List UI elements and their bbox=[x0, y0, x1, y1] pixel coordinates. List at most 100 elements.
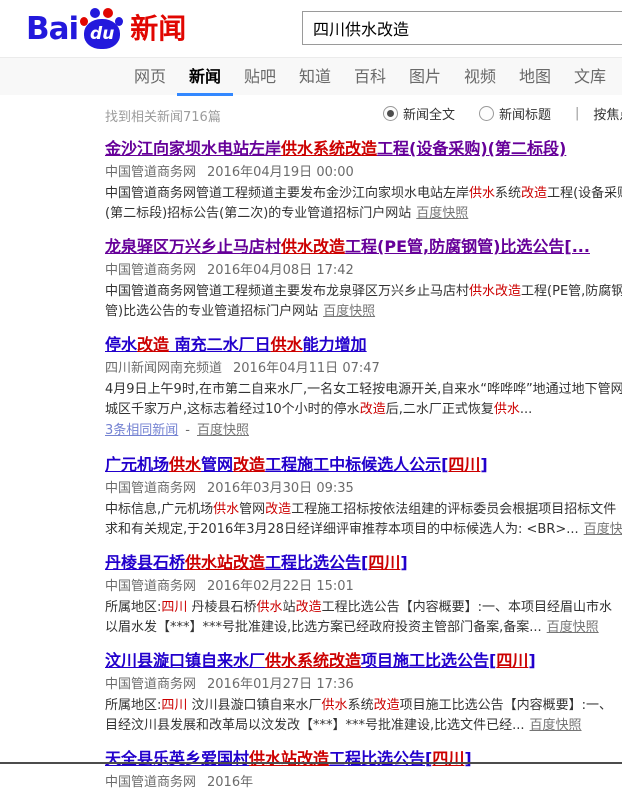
result-date: 2016年04月08日 17:42 bbox=[207, 263, 354, 278]
highlighted-keyword: 四川 bbox=[161, 698, 187, 713]
text-segment: 管)比选公告的专业管道招标门户网站 bbox=[105, 304, 318, 319]
result-date: 2016年03月30日 09:35 bbox=[207, 481, 354, 496]
text-segment: ] bbox=[400, 553, 407, 572]
text-segment: 金沙江向家坝水电站左岸 bbox=[105, 139, 281, 158]
baidu-snapshot-link[interactable]: 百度快照 bbox=[547, 620, 599, 635]
result-source: 中国管道商务网 bbox=[105, 579, 196, 594]
tab-8[interactable]: 文库 bbox=[573, 58, 607, 96]
result-links-row: 3条相同新闻-百度快照 bbox=[105, 420, 622, 442]
result-title-link[interactable]: 金沙江向家坝水电站左岸供水系统改造工程(设备采购)(第二标段) bbox=[105, 136, 622, 162]
text-segment: 管网 bbox=[239, 502, 265, 517]
text-segment: 丹棱县石桥 bbox=[105, 553, 185, 572]
text-segment: ] bbox=[480, 455, 487, 474]
text-segment: 工程比选公告【内容概要】:一、本项目经眉山市水 bbox=[322, 600, 612, 615]
separator: | bbox=[575, 106, 579, 121]
highlighted-keyword: 供水系统改造 bbox=[265, 651, 361, 670]
tab-4[interactable]: 百科 bbox=[353, 58, 387, 96]
search-result-6: 汶川县漩口镇自来水厂供水系统改造项目施工比选公告[四川]中国管道商务网2016年… bbox=[105, 648, 622, 736]
highlighted-keyword: 供水 bbox=[213, 502, 239, 517]
text-segment: 广元机场 bbox=[105, 455, 169, 474]
highlighted-keyword: 供水 bbox=[322, 698, 348, 713]
highlighted-keyword: 供水改造 bbox=[281, 237, 345, 256]
text-segment: 所属地区: bbox=[105, 698, 161, 713]
text-segment: 工程比选公告[ bbox=[265, 553, 368, 572]
tab-2[interactable]: 贴吧 bbox=[243, 58, 277, 96]
result-date: 2016年 bbox=[207, 775, 253, 790]
highlighted-keyword: 供水站改造 bbox=[249, 749, 329, 768]
text-segment: 城区千家万户,这标志着经过10个小时的停水 bbox=[105, 402, 360, 417]
text-segment: 南充二水厂日 bbox=[169, 335, 271, 354]
result-snippet-line: 中国管道商务网管道工程频道主要发布龙泉驿区万兴乡止马店村供水改造工程(PE管,防… bbox=[105, 282, 622, 302]
result-snippet-line: 城区千家万户,这标志着经过10个小时的停水改造后,二水厂正式恢复供水... bbox=[105, 400, 622, 420]
text-segment: 管网 bbox=[201, 455, 233, 474]
tab-0[interactable]: 网页 bbox=[133, 58, 167, 96]
highlighted-keyword: 改造 bbox=[521, 186, 547, 201]
search-result-3: 停水改造 南充二水厂日供水能力增加四川新闻网南充频道2016年04月11日 07… bbox=[105, 332, 622, 442]
baidu-snapshot-link[interactable]: 百度快照 bbox=[416, 206, 468, 221]
radio-news-fulltext-label[interactable]: 新闻全文 bbox=[403, 104, 455, 123]
highlighted-keyword: 供水 bbox=[169, 455, 201, 474]
highlighted-keyword: 四川 bbox=[432, 749, 464, 768]
vertical-nav-bar: 网页新闻贴吧知道百科图片视频地图文库更多 bbox=[0, 57, 622, 95]
tab-3[interactable]: 知道 bbox=[298, 58, 332, 96]
highlighted-keyword: 改造 bbox=[360, 402, 386, 417]
highlighted-keyword: 供水 bbox=[271, 335, 303, 354]
highlighted-keyword: 四川 bbox=[161, 600, 187, 615]
result-source: 中国管道商务网 bbox=[105, 263, 196, 278]
result-snippet-line: (第二标段)招标公告(第二次)的专业管道招标门户网站百度快照 bbox=[105, 204, 622, 224]
highlighted-keyword: 供水 bbox=[469, 186, 495, 201]
baidu-snapshot-link[interactable]: 百度快照 bbox=[584, 522, 622, 537]
highlighted-keyword: 改造 bbox=[233, 455, 265, 474]
tab-6[interactable]: 视频 bbox=[463, 58, 497, 96]
result-title-link[interactable]: 汶川县漩口镇自来水厂供水系统改造项目施工比选公告[四川] bbox=[105, 648, 622, 674]
baidu-news-logo[interactable]: Bai du 新闻 bbox=[26, 7, 186, 51]
text-segment: 停水 bbox=[105, 335, 137, 354]
search-result-1: 金沙江向家坝水电站左岸供水系统改造工程(设备采购)(第二标段)中国管道商务网20… bbox=[105, 136, 622, 224]
result-snippet-line: 求和有关规定,于2016年3月28日经详细评审推荐本项目的中标候选人为: <BR… bbox=[105, 520, 622, 540]
radio-news-title[interactable] bbox=[479, 106, 494, 121]
result-title-link[interactable]: 龙泉驿区万兴乡止马店村供水改造工程(PE管,防腐钢管)比选公告[... bbox=[105, 234, 622, 260]
dash-separator: - bbox=[185, 423, 190, 438]
text-segment: 中标信息,广元机场 bbox=[105, 502, 213, 517]
result-date: 2016年02月22日 15:01 bbox=[207, 579, 354, 594]
result-title-link[interactable]: 丹棱县石桥供水站改造工程比选公告[四川] bbox=[105, 550, 622, 576]
same-news-link[interactable]: 3条相同新闻 bbox=[105, 423, 178, 438]
text-segment: 龙泉驿区万兴乡止马店村 bbox=[105, 237, 281, 256]
text-segment: ] bbox=[464, 749, 471, 768]
result-source-line: 中国管道商务网2016年03月30日 09:35 bbox=[105, 478, 622, 500]
text-segment: 工程施工招标按依法组建的评标委员会根据项目招标文件 bbox=[291, 502, 616, 517]
search-result-7: 天全县乐英乡爱国村供水站改造工程比选公告[四川]中国管道商务网2016年 bbox=[105, 746, 622, 794]
text-segment: 以眉水发【***】***号批准建设,比选方案已经政府投资主管部门备案,备案... bbox=[105, 620, 542, 635]
text-segment: 目经汶川县发展和改革局以汶发改【***】***号批准建设,比选文件已经... bbox=[105, 718, 525, 733]
radio-news-title-label[interactable]: 新闻标题 bbox=[499, 104, 551, 123]
text-segment: 工程比选公告[ bbox=[329, 749, 432, 768]
result-source-line: 四川新闻网南充频道2016年04月11日 07:47 bbox=[105, 358, 622, 380]
tab-active-1[interactable]: 新闻 bbox=[188, 58, 222, 96]
result-snippet-line: 中标信息,广元机场供水管网改造工程施工招标按依法组建的评标委员会根据项目招标文件 bbox=[105, 500, 622, 520]
search-input[interactable] bbox=[302, 11, 622, 45]
result-title-link[interactable]: 停水改造 南充二水厂日供水能力增加 bbox=[105, 332, 622, 358]
result-source-line: 中国管道商务网2016年04月19日 00:00 bbox=[105, 162, 622, 184]
text-segment: 4月9日上午9时,在市第二自来水厂,一名女工轻按电源开关,自来水“哗哗哗”地通过… bbox=[105, 382, 622, 397]
result-source-line: 中国管道商务网2016年 bbox=[105, 772, 622, 794]
result-source: 四川新闻网南充频道 bbox=[105, 361, 222, 376]
text-segment: 工程施工中标候选人公示[ bbox=[265, 455, 448, 474]
text-segment: 项目施工比选公告【内容概要】:一、 bbox=[400, 698, 612, 713]
tab-5[interactable]: 图片 bbox=[408, 58, 442, 96]
result-source-line: 中国管道商务网2016年01月27日 17:36 bbox=[105, 674, 622, 696]
baidu-snapshot-link[interactable]: 百度快照 bbox=[530, 718, 582, 733]
result-snippet-line: 4月9日上午9时,在市第二自来水厂,一名女工轻按电源开关,自来水“哗哗哗”地通过… bbox=[105, 380, 622, 400]
highlighted-keyword: 供水改造 bbox=[469, 284, 521, 299]
text-segment: 后,二水厂正式恢复 bbox=[386, 402, 494, 417]
result-title-link[interactable]: 广元机场供水管网改造工程施工中标候选人公示[四川] bbox=[105, 452, 622, 478]
baidu-snapshot-link[interactable]: 百度快照 bbox=[197, 423, 249, 438]
baidu-snapshot-link[interactable]: 百度快照 bbox=[323, 304, 375, 319]
sort-by-focus-link[interactable]: 按焦点排序 bbox=[593, 104, 622, 123]
highlighted-keyword: 供水系统改造 bbox=[281, 139, 377, 158]
result-meta-row: 找到相关新闻716篇 新闻全文 新闻标题 | 按焦点排序 bbox=[0, 95, 622, 133]
tab-7[interactable]: 地图 bbox=[518, 58, 552, 96]
text-segment: 能力增加 bbox=[303, 335, 367, 354]
search-result-4: 广元机场供水管网改造工程施工中标候选人公示[四川]中国管道商务网2016年03月… bbox=[105, 452, 622, 540]
radio-news-fulltext[interactable] bbox=[383, 106, 398, 121]
result-title-link[interactable]: 天全县乐英乡爱国村供水站改造工程比选公告[四川] bbox=[105, 746, 622, 772]
